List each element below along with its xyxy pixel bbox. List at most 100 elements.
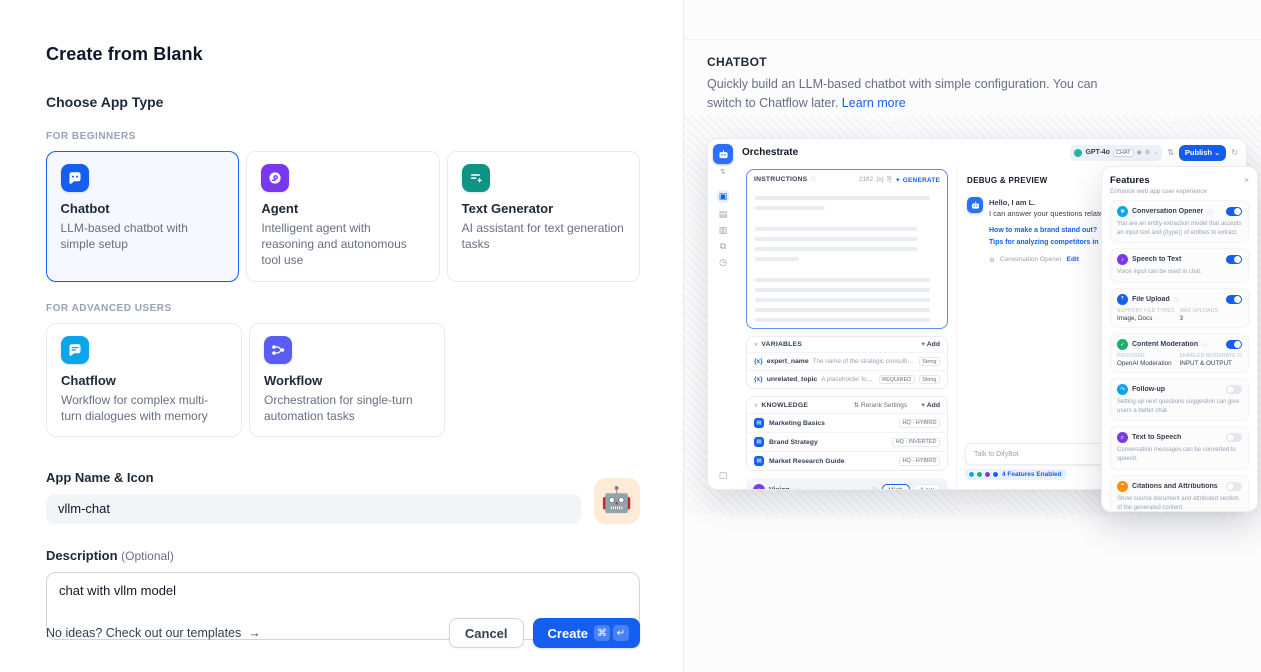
vision-icon: ✦ [753, 484, 765, 490]
mock-rail-bottom-icon: ▢ [719, 470, 728, 481]
file-upload-icon: ⤒ [1117, 294, 1128, 305]
knowledge-row: ▤ Marketing Basics HQ · HYBRID [747, 413, 947, 432]
app-type-card-workflow[interactable]: Workflow Orchestration for single-turn a… [249, 323, 445, 437]
bot-avatar [967, 197, 983, 213]
resolution-low-button: Low [914, 484, 941, 491]
page-title: Create from Blank [46, 44, 640, 65]
for-beginners-label: FOR BEGINNERS [46, 131, 640, 142]
skeleton-line [755, 268, 939, 272]
app-icon-picker[interactable]: 🤖 [594, 478, 640, 524]
feature-dot [976, 471, 983, 478]
settings-icon: ⚙ [1145, 149, 1150, 156]
knowledge-panel: ∨ KNOWLEDGE ⇅ Rerank Settings + Add ▤ Ma… [746, 396, 948, 471]
learn-more-link[interactable]: Learn more [842, 96, 906, 110]
type-badge: String [919, 357, 940, 366]
rerank-settings-button: ⇅ Rerank Settings [854, 401, 908, 409]
info-icon: ⓘ [794, 486, 800, 491]
modal-footer: No ideas? Check out our templates → Canc… [46, 618, 640, 648]
feature-item-citations: ❝Citations and Attributions Show source … [1110, 475, 1249, 512]
edit-link: Edit [1067, 256, 1079, 263]
voice-icon: ◉ [1137, 149, 1142, 156]
app-type-card-chatflow[interactable]: Chatflow Workflow for complex multi-turn… [46, 323, 242, 437]
knowledge-header: ∨ KNOWLEDGE ⇅ Rerank Settings + Add [747, 397, 947, 413]
app-type-card-chatbot[interactable]: Chatbot LLM-based chatbot with simple se… [46, 151, 239, 282]
card-desc: AI assistant for text generation tasks [462, 220, 625, 252]
description-label: Description (Optional) [46, 548, 640, 563]
variable-row: {x} unrelated_topic A placeholder for to… [747, 370, 947, 388]
app-name-input[interactable] [46, 494, 581, 524]
chatflow-icon [61, 336, 89, 364]
skeleton-line [755, 278, 930, 282]
enter-key-icon: ↵ [613, 625, 629, 641]
for-advanced-users-label: FOR ADVANCED USERS [46, 303, 640, 314]
variables-header: ∨ VARIABLES + Add [747, 337, 947, 352]
sparkle-icon: ✦ [895, 177, 901, 184]
feature-toggle [1226, 207, 1242, 216]
skeleton-line [755, 227, 917, 231]
feature-toggle [1226, 255, 1242, 264]
preview-description: Quickly build an LLM-based chatbot with … [707, 75, 1112, 113]
create-button[interactable]: Create ⌘ ↵ [533, 618, 640, 648]
app-type-card-agent[interactable]: Agent Intelligent agent with reasoning a… [246, 151, 439, 282]
instructions-header: INSTRUCTIONS ⓘ 2182 {x} ⎘ ✦ GENERATE [747, 170, 947, 186]
templates-link[interactable]: No ideas? Check out our templates → [46, 626, 261, 640]
chatbot-icon [61, 164, 89, 192]
card-title: Workflow [264, 373, 430, 388]
caret-down-icon: ∨ [754, 341, 758, 348]
card-desc: Orchestration for single-turn automation… [264, 392, 430, 424]
mock-swap-icon: ⇅ [720, 168, 726, 176]
required-badge: REQUIRED [879, 375, 915, 384]
model-mode-badge: CHAT [1113, 149, 1134, 157]
image-panel-icon: ▤ [719, 210, 728, 219]
mock-left-rail: ⇅ ▣ ▤ ▥ ⧉ ◷ ▢ [708, 139, 738, 489]
info-icon: ⓘ [871, 489, 877, 491]
model-provider-icon [1074, 149, 1082, 157]
feature-dot [968, 471, 975, 478]
generate-button: ✦ GENERATE [895, 176, 940, 184]
chevron-down-icon: ⌄ [1153, 149, 1158, 156]
app-screenshot-preview: ⇅ ▣ ▤ ▥ ⧉ ◷ ▢ Orchestrate GPT-4o [684, 115, 1261, 515]
compare-icon: ⇅ [1167, 148, 1174, 157]
content-moderation-icon: ✓ [1117, 339, 1128, 350]
advanced-cards-row: Chatflow Workflow for complex multi-turn… [46, 323, 640, 437]
create-label: Create [548, 626, 588, 641]
citations-icon: ❝ [1117, 481, 1128, 492]
text-to-speech-icon: ♬ [1117, 432, 1128, 443]
app-type-card-text-generator[interactable]: Text Generator AI assistant for text gen… [447, 151, 640, 282]
monitor-panel-icon: ◷ [719, 258, 727, 267]
mock-window-title: Orchestrate [742, 147, 798, 158]
feature-item-follow-up: ↷Follow-up Setting up next questions sug… [1110, 378, 1249, 421]
feature-toggle [1226, 482, 1242, 491]
knowledge-row: ▤ Brand Strategy HQ · INVERTED [747, 432, 947, 451]
close-icon: × [1244, 176, 1249, 185]
cancel-button[interactable]: Cancel [449, 618, 524, 648]
retrieval-badge: HQ · HYBRID [899, 419, 940, 428]
card-title: Chatbot [61, 201, 225, 216]
preview-pane-header [684, 0, 1261, 40]
cmd-key-icon: ⌘ [594, 625, 610, 641]
features-enabled-pill: 4 Features Enabled [965, 469, 1067, 480]
feature-dot [992, 471, 999, 478]
feature-item-file-upload: ⤒File Uploadⓘ SUPPORT FILE TYPESImage, D… [1110, 288, 1249, 328]
robot-emoji: 🤖 [601, 488, 632, 513]
orchestrate-panel-icon: ▣ [717, 190, 730, 203]
app-name-row: 🤖 [46, 494, 640, 524]
feature-dot [984, 471, 991, 478]
feature-toggle [1226, 385, 1242, 394]
features-panel: Features × Enhance web app user experien… [1101, 166, 1258, 512]
app-name-label: App Name & Icon [46, 470, 640, 485]
text-generator-icon [462, 164, 490, 192]
mock-editor-column: INSTRUCTIONS ⓘ 2182 {x} ⎘ ✦ GENERATE [738, 166, 956, 489]
feature-item-conversation-opener: ❋Conversation Openerⓘ You are an entity … [1110, 200, 1249, 243]
variable-icon: {x} [876, 176, 884, 183]
instructions-panel: INSTRUCTIONS ⓘ 2182 {x} ⎘ ✦ GENERATE [746, 169, 948, 329]
type-badge: String [919, 375, 940, 384]
feature-item-speech-to-text: ♪Speech to Text Voice input can be used … [1110, 248, 1249, 283]
skeleton-line [755, 318, 930, 322]
create-app-modal: Create from Blank Choose App Type FOR BE… [0, 0, 683, 672]
features-subtitle: Enhance web app user experience [1110, 188, 1249, 195]
follow-up-icon: ↷ [1117, 384, 1128, 395]
retrieval-badge: HQ · INVERTED [892, 438, 940, 447]
card-title: Agent [261, 201, 424, 216]
caret-down-icon: ∨ [754, 402, 758, 409]
